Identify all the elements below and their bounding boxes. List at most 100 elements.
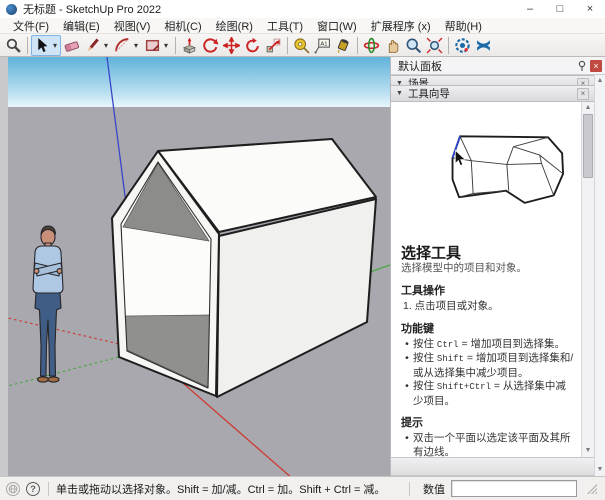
3d-viewport[interactable] (8, 57, 390, 476)
zoom-icon (405, 37, 422, 54)
search-tool-button[interactable] (3, 35, 24, 56)
default-tray: 默认面板 × ▼ 场景 × (390, 57, 605, 476)
minimize-button[interactable]: – (515, 0, 545, 18)
move-icon (223, 37, 240, 54)
orbit-icon (363, 37, 380, 54)
instructor-scrollbar[interactable]: ▲ ▼ (581, 102, 594, 457)
panel-instructor-bar[interactable]: ▼ 工具向导 × (391, 85, 594, 102)
menu-item-1[interactable]: 编辑(E) (56, 18, 107, 34)
measurement-label: 数值 (423, 481, 445, 497)
search-icon (5, 37, 22, 54)
statusbar-separator (409, 482, 410, 496)
panel-scenes-close-button[interactable]: × (577, 78, 589, 86)
instructor-content: 选择工具 选择模型中的项目和对象。 工具操作1. 点击项目或对象。功能键•按住 … (391, 102, 581, 457)
rotate-tool-button[interactable] (242, 35, 263, 56)
orbit-tool-button[interactable] (361, 35, 382, 56)
toolbar: ▾ ▾ ▾ ▾ A1 (0, 34, 605, 57)
measurement-input[interactable] (451, 480, 577, 497)
menu-item-7[interactable]: 扩展程序 (x) (364, 18, 438, 34)
instructor-tool-title: 选择工具 (401, 245, 575, 262)
tray-close-button[interactable]: × (590, 60, 602, 72)
scroll-up-icon[interactable]: ▲ (585, 104, 592, 112)
scroll-down-icon[interactable]: ▼ (585, 447, 592, 455)
paint-bucket-tool-button[interactable] (333, 35, 354, 56)
zoom-extents-tool-button[interactable] (424, 35, 445, 56)
panel-instructor-label: 工具向导 (408, 86, 450, 101)
instructor-item: •按住 Shift = 增加项目到选择集和/或从选择集中减少项目。 (401, 352, 575, 380)
eraser-icon (63, 37, 80, 54)
geolocation-icon[interactable] (6, 482, 20, 496)
menu-item-5[interactable]: 工具(T) (260, 18, 310, 34)
extension-warehouse-tool-button[interactable] (452, 35, 473, 56)
statusbar-hint: 单击或拖动以选择对象。Shift = 加/减。Ctrl = 加。Shift + … (56, 481, 385, 497)
zoom-tool-button[interactable] (403, 35, 424, 56)
panel-scenes-clipped: ▼ 场景 × (391, 75, 594, 85)
pan-icon (384, 37, 401, 54)
instructor-section-heading: 提示 (401, 417, 575, 430)
instructor-section-heading: 功能键 (401, 323, 575, 336)
scale-icon (265, 37, 282, 54)
scrollbar-thumb[interactable] (583, 114, 593, 178)
statusbar: ? 单击或拖动以选择对象。Shift = 加/减。Ctrl = 加。Shift … (0, 476, 605, 500)
resize-grip[interactable] (587, 484, 597, 494)
extension-warehouse-icon (454, 37, 471, 54)
rotate-icon (244, 37, 261, 54)
toolbar-separator (287, 37, 288, 54)
sketchup-window: 无标题 - SketchUp Pro 2022 – □ × 文件(F)编辑(E)… (0, 0, 605, 500)
panel-scenes-bar[interactable]: ▼ 场景 × (391, 75, 594, 85)
maximize-button[interactable]: □ (545, 0, 575, 18)
text-tool-button[interactable]: A1 (312, 35, 333, 56)
close-button[interactable]: × (575, 0, 605, 18)
help-icon[interactable]: ? (26, 482, 40, 496)
select-tool-button[interactable]: ▾ (31, 35, 61, 56)
pan-tool-button[interactable] (382, 35, 403, 56)
sky (8, 57, 390, 107)
statusbar-separator (48, 482, 49, 496)
toolbar-separator (175, 37, 176, 54)
offset-tool-button[interactable] (200, 35, 221, 56)
line-dropdown-arrow[interactable]: ▾ (101, 41, 110, 50)
menu-item-2[interactable]: 视图(V) (107, 18, 158, 34)
instructor-item: •双击一个平面以选定该平面及其所有边线。 (401, 432, 575, 457)
window-title: 无标题 - SketchUp Pro 2022 (23, 1, 161, 17)
move-tool-button[interactable] (221, 35, 242, 56)
scroll-up-icon[interactable]: ▲ (597, 77, 604, 85)
eraser-tool-button[interactable] (61, 35, 82, 56)
offset-icon (202, 37, 219, 54)
select-dropdown-arrow[interactable]: ▾ (50, 41, 59, 50)
text-icon: A1 (314, 37, 331, 54)
tray-scrollbar[interactable]: ▲ ▼ (594, 75, 605, 476)
tray-title: 默认面板 (398, 58, 442, 74)
instructor-panel: 选择工具 选择模型中的项目和对象。 工具操作1. 点击项目或对象。功能键•按住 … (391, 102, 594, 458)
tape-measure-icon (293, 37, 310, 54)
scroll-down-icon[interactable]: ▼ (597, 466, 604, 474)
instructor-tool-desc: 选择模型中的项目和对象。 (401, 262, 575, 275)
menu-item-6[interactable]: 窗口(W) (310, 18, 364, 34)
push-pull-tool-button[interactable] (179, 35, 200, 56)
pin-icon[interactable] (577, 60, 587, 72)
app-icon (6, 4, 17, 15)
arc-icon (114, 37, 131, 54)
arc-tool-button[interactable]: ▾ (112, 35, 142, 56)
titlebar: 无标题 - SketchUp Pro 2022 – □ × (0, 0, 605, 18)
menu-item-0[interactable]: 文件(F) (6, 18, 56, 34)
menu-item-8[interactable]: 帮助(H) (438, 18, 489, 34)
menu-item-3[interactable]: 相机(C) (157, 18, 208, 34)
tray-header[interactable]: 默认面板 × (391, 57, 605, 75)
3d-warehouse-tool-button[interactable] (473, 35, 494, 56)
collapsed-panel-strip[interactable] (391, 458, 594, 476)
line-tool-button[interactable]: ▾ (82, 35, 112, 56)
instructor-item: •按住 Shift+Ctrl = 从选择集中减少项目。 (401, 380, 575, 408)
panel-scenes-label: 场景 (408, 76, 429, 85)
scale-tool-button[interactable] (263, 35, 284, 56)
instructor-item: 1. 点击项目或对象。 (401, 300, 575, 314)
tape-measure-tool-button[interactable] (291, 35, 312, 56)
panel-instructor-close-button[interactable]: × (577, 88, 589, 100)
arc-dropdown-arrow[interactable]: ▾ (131, 41, 140, 50)
paint-bucket-icon (335, 37, 352, 54)
rectangle-dropdown-arrow[interactable]: ▾ (161, 41, 170, 50)
toolbar-separator (448, 37, 449, 54)
menu-item-4[interactable]: 绘图(R) (209, 18, 260, 34)
menubar: 文件(F)编辑(E)视图(V)相机(C)绘图(R)工具(T)窗口(W)扩展程序 … (0, 18, 605, 34)
rectangle-tool-button[interactable]: ▾ (142, 35, 172, 56)
